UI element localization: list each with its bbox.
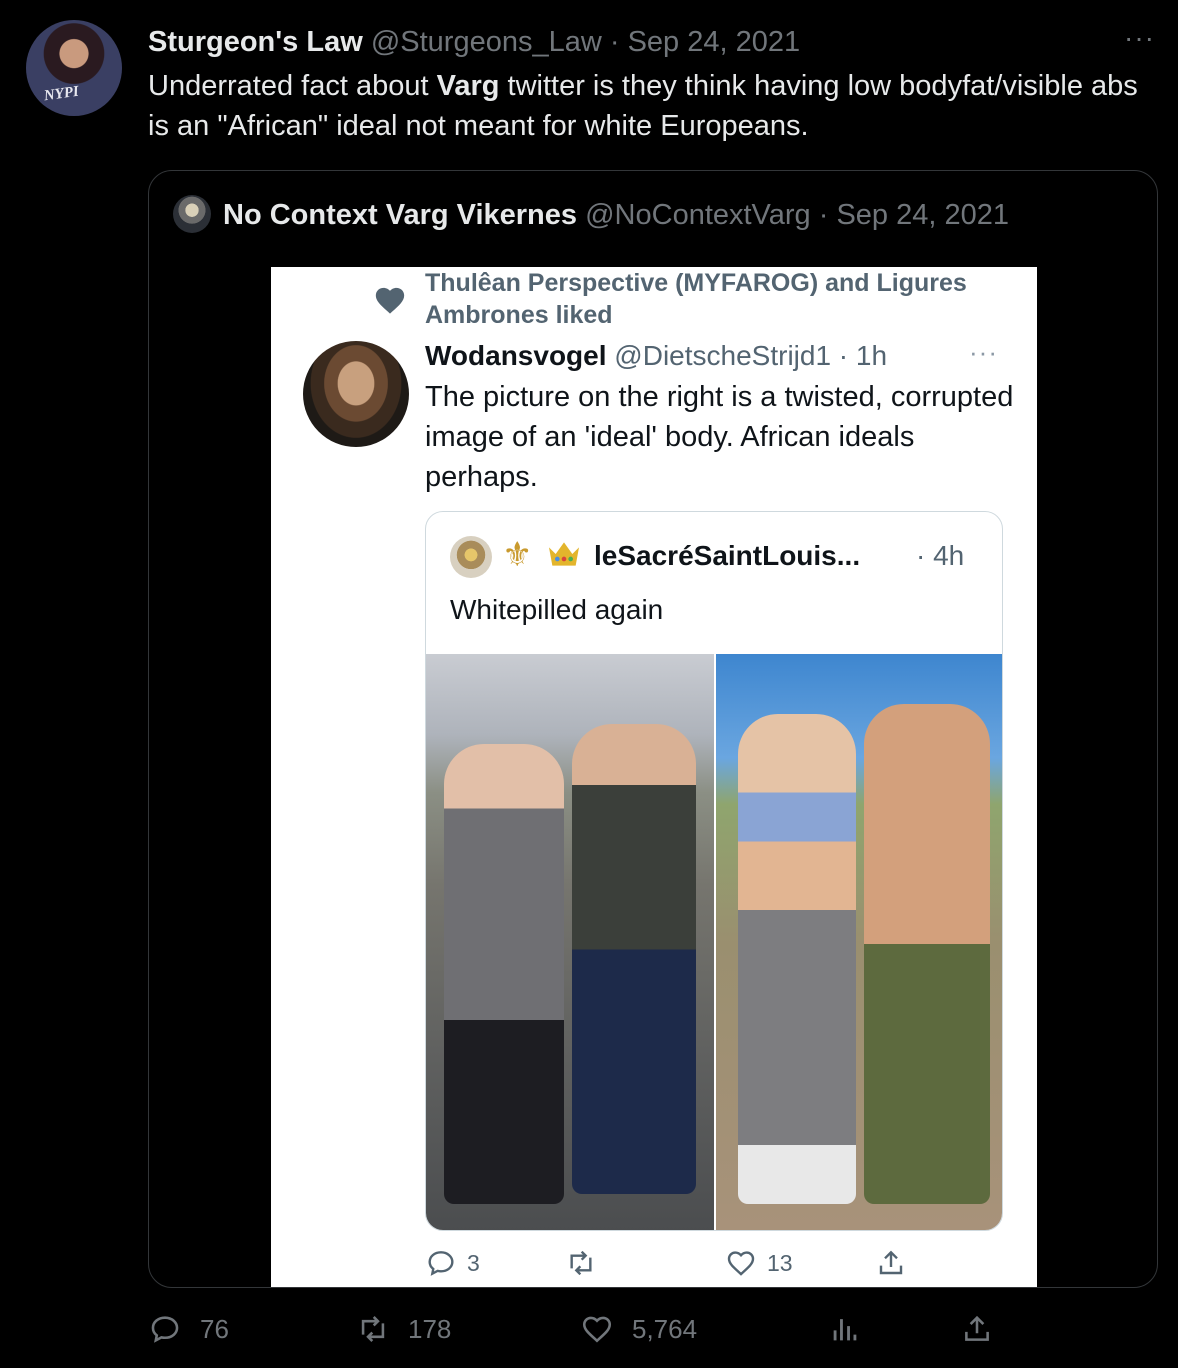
author-display-name[interactable]: Sturgeon's Law — [148, 26, 363, 58]
retweet-icon — [361, 1316, 385, 1342]
reply-icon — [151, 1316, 179, 1343]
like-count: 5,764 — [632, 1313, 698, 1344]
screenshot-reply: 3 — [425, 1247, 480, 1279]
analytics-button[interactable] — [828, 1312, 862, 1346]
more-options-icon[interactable]: ··· — [1124, 22, 1155, 54]
comparison-photos — [426, 654, 1002, 1230]
analytics-icon — [833, 1319, 857, 1341]
retweet-count: 178 — [408, 1313, 452, 1344]
person-figure — [738, 714, 856, 1204]
share-button[interactable] — [960, 1312, 994, 1346]
crown-icon — [549, 542, 579, 566]
reply-icon — [428, 1251, 454, 1276]
left-couple-photo — [426, 654, 714, 1230]
avatar-shirt-text: NYPI — [42, 83, 80, 105]
screenshot-reply-count: 3 — [467, 1249, 480, 1276]
screenshot-author-avatar — [303, 341, 409, 447]
quoted-author-avatar[interactable] — [173, 195, 211, 233]
person-figure — [444, 744, 564, 1204]
reply-button[interactable]: 76 — [148, 1312, 229, 1346]
share-icon — [879, 1250, 903, 1275]
share-icon — [965, 1315, 989, 1341]
screenshot-author-name: Wodansvogel — [425, 340, 607, 371]
heart-outline-icon — [582, 1316, 612, 1343]
like-button[interactable]: 5,764 — [580, 1312, 697, 1346]
screenshot-author-handle-time: @DietscheStrijd1 · 1h — [614, 340, 888, 371]
inner-author-avatar — [450, 536, 492, 578]
quoted-tweet-header: No Context Varg Vikernes @NoContextVarg … — [223, 197, 1009, 233]
tweet-text-bold: Varg — [436, 70, 500, 102]
heart-icon — [375, 287, 405, 314]
inner-tweet-text: Whitepilled again — [450, 594, 664, 625]
screenshot-like-count: 13 — [767, 1249, 793, 1276]
inner-time: · 4h — [916, 540, 965, 571]
tweet-text-part1: Underrated fact about — [148, 70, 437, 102]
author-avatar[interactable]: NYPI — [26, 20, 122, 116]
screenshot-like: 13 — [725, 1247, 793, 1279]
quoted-author-display-name[interactable]: No Context Varg Vikernes — [223, 199, 577, 231]
tweet-text: Underrated fact about Varg twitter is th… — [148, 66, 1148, 146]
heart-outline-icon — [727, 1251, 755, 1276]
quoted-tweet-image[interactable]: Thulêan Perspective (MYFAROG) and Ligure… — [271, 267, 1037, 1287]
screenshot-more-icon: ··· — [969, 337, 998, 367]
screenshot-tweet-header: Wodansvogel @DietscheStrijd1 · 1h — [425, 339, 887, 373]
quoted-author-handle-date[interactable]: @NoContextVarg · Sep 24, 2021 — [585, 199, 1009, 231]
retweet-button[interactable]: 178 — [356, 1312, 451, 1346]
screenshot-retweet — [565, 1247, 597, 1279]
person-figure — [572, 724, 696, 1194]
author-handle-date[interactable]: @Sturgeons_Law · Sep 24, 2021 — [371, 26, 800, 58]
person-figure — [864, 704, 990, 1204]
quoted-tweet-card[interactable]: No Context Varg Vikernes @NoContextVarg … — [148, 170, 1158, 1288]
screenshot-tweet-text: The picture on the right is a twisted, c… — [425, 381, 1014, 493]
screenshot-inner-quote: ⚜ leSacréSaintLouis... · 4h Whitepilled … — [425, 511, 1003, 1231]
screenshot-action-bar: 3 13 — [425, 1247, 1025, 1281]
reply-count: 76 — [200, 1313, 229, 1344]
right-couple-photo — [716, 654, 1002, 1230]
liked-by-text: Thulêan Perspective (MYFAROG) and Ligure… — [425, 269, 967, 329]
inner-author-name: leSacréSaintLouis... — [594, 540, 861, 571]
retweet-icon — [570, 1250, 592, 1276]
tweet-action-bar: 76 178 5,764 — [148, 1312, 1158, 1356]
tweet-header: Sturgeon's Law @Sturgeons_Law · Sep 24, … — [148, 24, 800, 60]
fleur-de-lis-icon: ⚜ — [502, 536, 533, 574]
screenshot-share — [875, 1247, 907, 1279]
